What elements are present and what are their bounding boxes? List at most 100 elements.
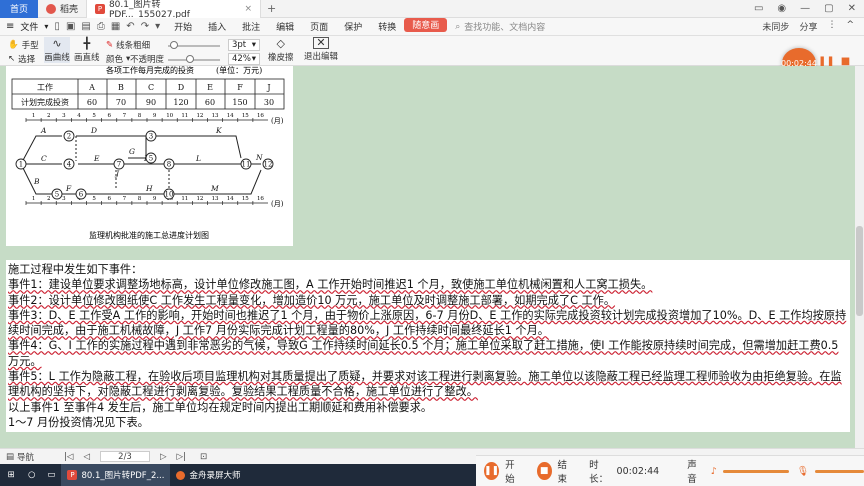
next-page-icon[interactable]: ▷ <box>160 452 167 462</box>
axis-month-label: 14 <box>227 196 234 202</box>
maximize-icon[interactable]: ▢ <box>824 3 833 14</box>
line-tool[interactable]: ╋ 画直线 <box>74 37 100 63</box>
home-tab[interactable]: 首页 <box>0 0 38 18</box>
menu-edit[interactable]: 编辑 <box>268 18 302 36</box>
line-width-select[interactable]: 3pt ▾ <box>228 39 260 51</box>
minimize-icon[interactable]: — <box>800 3 810 14</box>
chevron-down-icon[interactable]: ▾ <box>44 22 48 31</box>
node-label: 10 <box>165 191 174 199</box>
mic-volume-slider[interactable] <box>814 469 864 473</box>
more-options-icon[interactable]: ⋮ <box>827 20 836 33</box>
paragraph-intro: 施工过程中发生如下事件： <box>8 263 143 276</box>
pdf-icon: P <box>67 470 78 480</box>
document-tab[interactable]: P 80.1_图片转PDF..._155027.pdf × <box>86 0 262 20</box>
opacity-slider[interactable] <box>168 59 220 61</box>
new-tab-button[interactable]: + <box>261 2 282 15</box>
speaker-icon[interactable]: ♪ <box>711 466 717 477</box>
scrollbar-thumb[interactable] <box>856 226 863 316</box>
pen-tool[interactable]: ∿ 画曲线 <box>44 37 70 63</box>
menu-page[interactable]: 页面 <box>302 18 336 36</box>
new-doc-icon[interactable]: ▯ <box>54 21 60 32</box>
opacity-knob[interactable] <box>186 55 194 63</box>
nav-icon[interactable]: ▤ <box>6 452 14 462</box>
export-icon[interactable]: ▦ <box>111 21 120 32</box>
sync-status[interactable]: 未同步 <box>762 20 789 33</box>
hamburger-icon[interactable]: ≡ <box>6 21 14 32</box>
chevron-down-icon: ▾ <box>251 54 256 64</box>
search-box[interactable]: ⌕ 查找功能、文档内容 <box>455 20 545 34</box>
table-cell: 120 <box>173 98 188 107</box>
pause-button[interactable]: ❚❚ <box>484 462 500 480</box>
exit-edit-button[interactable]: ✕ 退出编辑 <box>304 37 338 62</box>
menu-convert[interactable]: 转换 <box>370 18 404 36</box>
open-icon[interactable]: ▣ <box>66 21 75 32</box>
task-view-icon[interactable]: ▭ <box>41 464 61 486</box>
eraser-label: 橡皮擦 <box>268 53 294 63</box>
save-icon[interactable]: ▤ <box>81 21 90 32</box>
opacity-select[interactable]: 42% ▾ <box>228 53 260 65</box>
search-taskbar-icon[interactable]: ○ <box>22 464 41 486</box>
month-unit-top: (月) <box>271 117 284 125</box>
speaker-volume-slider[interactable] <box>722 469 789 473</box>
axis-month-label: 9 <box>153 113 157 119</box>
activity-label: H <box>145 184 153 193</box>
close-window-icon[interactable]: ✕ <box>848 3 856 14</box>
page-number-input[interactable]: 2/3 <box>100 451 150 462</box>
node-label: 7 <box>117 161 121 169</box>
user-avatar-icon[interactable]: ◉ <box>777 3 786 14</box>
layout-icon[interactable]: ▭ <box>754 3 763 14</box>
windows-start-icon[interactable]: ⊞ <box>0 464 22 486</box>
activity-label: J <box>114 169 120 178</box>
end-label[interactable]: 结束 <box>558 457 574 485</box>
prev-page-icon[interactable]: ◁ <box>83 452 90 462</box>
select-tool[interactable]: ↖ 选择 <box>8 53 35 65</box>
more-icon[interactable]: ▾ <box>155 21 160 32</box>
activity-label: B <box>33 177 40 186</box>
hand-label: 手型 <box>21 41 39 51</box>
table-header-cell: J <box>266 83 270 92</box>
nav-label[interactable]: 导航 <box>17 451 34 463</box>
last-page-icon[interactable]: ▷| <box>177 452 186 462</box>
line-width-knob[interactable] <box>170 41 178 49</box>
table-header-cell: D <box>178 83 184 92</box>
microphone-icon[interactable]: 🎙 <box>797 466 809 477</box>
menu-start[interactable]: 开始 <box>166 18 200 36</box>
menu-insert[interactable]: 插入 <box>200 18 234 36</box>
search-icon: ⌕ <box>455 21 461 32</box>
undo-icon[interactable]: ↶ <box>126 21 134 32</box>
color-picker[interactable]: 颜色 ▾ <box>106 53 130 65</box>
first-page-icon[interactable]: |◁ <box>64 452 73 462</box>
stop-button[interactable]: ■ <box>536 462 552 480</box>
freehand-toolbar: ✋ 手型 ↖ 选择 ∿ 画曲线 ╋ 画直线 ✎ 线条粗细 颜色 ▾ 不透明度 3… <box>0 36 864 66</box>
activity-label: A <box>40 126 47 135</box>
close-tab-icon[interactable]: × <box>244 4 252 14</box>
axis-month-label: 7 <box>123 196 127 202</box>
file-menu[interactable]: 文件 <box>20 20 38 33</box>
menu-protect[interactable]: 保护 <box>336 18 370 36</box>
fit-page-icon[interactable]: ⊡ <box>200 452 207 462</box>
axis-month-label: 8 <box>138 113 142 119</box>
node-label: 8 <box>167 161 171 169</box>
start-label[interactable]: 开始 <box>505 457 521 485</box>
recorder-app-icon <box>176 470 186 480</box>
table-header-cell: A <box>88 83 95 92</box>
axis-month-label: 5 <box>92 196 96 202</box>
eraser-tool[interactable]: ◇ 橡皮擦 <box>268 37 294 63</box>
vertical-scrollbar[interactable] <box>855 66 864 448</box>
menu-comment[interactable]: 批注 <box>234 18 268 36</box>
print-icon[interactable]: ⎙ <box>97 21 105 32</box>
axis-month-label: 6 <box>107 113 111 119</box>
menu-freehand[interactable]: 随意画 <box>404 17 448 32</box>
wps-tab[interactable]: 稻壳 <box>38 0 86 18</box>
taskbar-item-recorder[interactable]: 金舟录屏大师 <box>170 464 246 486</box>
taskbar-item-wps[interactable]: P 80.1_图片转PDF_2... <box>61 464 171 486</box>
line-icon: ╋ <box>83 37 91 50</box>
share-button[interactable]: 分享 <box>799 20 817 33</box>
activity-label: G <box>129 147 135 156</box>
paragraph-event-2: 事件2：设计单位修改图纸使C 工作发生工程量变化，增加造价10 万元，施工单位及… <box>8 293 616 307</box>
document-viewport[interactable]: 各项工作每月完成的投资 (单位：万元) 工作 A B C D E F J 计划完… <box>0 66 855 448</box>
collapse-icon[interactable]: ^ <box>846 20 854 33</box>
duration-label: 时长： <box>589 460 609 485</box>
redo-icon[interactable]: ↷ <box>141 21 149 32</box>
hand-tool[interactable]: ✋ 手型 <box>8 39 39 51</box>
